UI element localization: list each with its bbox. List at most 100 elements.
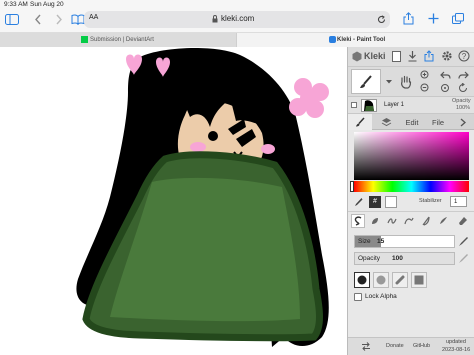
new-image-icon[interactable]	[392, 51, 401, 62]
chevron-down-icon	[386, 79, 392, 84]
hand-tool-button[interactable]	[396, 69, 416, 94]
svg-text:?: ?	[462, 52, 467, 61]
lock-icon	[212, 15, 218, 23]
circle-soft-icon	[376, 275, 386, 285]
settings-gear-icon[interactable]	[441, 50, 453, 62]
share-icon[interactable]	[403, 12, 414, 25]
brush-dropdown[interactable]	[382, 69, 396, 94]
save-icon[interactable]	[408, 50, 417, 62]
reload-icon[interactable]	[377, 15, 386, 24]
undo-icon	[439, 71, 451, 80]
layer-visibility-checkbox[interactable]	[351, 102, 357, 108]
brush-type-row	[348, 211, 474, 229]
size-slider[interactable]: Size 15	[354, 235, 455, 248]
address-field[interactable]: AA kleki.com	[84, 11, 390, 28]
tip-round-soft-button[interactable]	[373, 272, 389, 288]
stabilizer-select[interactable]: 1	[450, 196, 467, 207]
layer-opacity-label: Opacity	[452, 98, 471, 104]
tab-deviantart[interactable]: Submission | DeviantArt ×	[0, 33, 244, 47]
pen-brush-button[interactable]	[351, 214, 365, 228]
sketchy-brush-button[interactable]	[385, 214, 399, 228]
zoom-out-icon	[420, 83, 430, 93]
help-icon[interactable]: ?	[458, 50, 470, 62]
reader-mode-button[interactable]: AA	[89, 14, 98, 21]
tab-overview-icon[interactable]	[452, 13, 464, 24]
blend-brush-button[interactable]	[368, 214, 382, 228]
hue-handle[interactable]	[350, 181, 354, 192]
kleki-side-panel: Kleki ? Layer 1 Opacity 100% Edit File #…	[347, 47, 474, 355]
forward-arrow-icon[interactable]	[55, 14, 63, 25]
redo-button[interactable]	[456, 69, 470, 81]
hex-input-button[interactable]: #	[369, 196, 381, 208]
eraser-icon	[458, 216, 468, 226]
brush-tip-row	[354, 272, 469, 288]
opacity-label: Opacity	[358, 255, 381, 262]
layer-row[interactable]: Layer 1 Opacity 100%	[348, 97, 474, 114]
opacity-value: 100	[392, 255, 403, 262]
brush-icon	[355, 117, 365, 127]
rotate-icon	[458, 83, 468, 93]
panel-footer: Donate GitHub updated 2023-08-16	[348, 337, 474, 355]
saturation-value-picker[interactable]	[354, 132, 469, 180]
tab-file[interactable]: File	[426, 114, 450, 130]
new-tab-plus-icon[interactable]	[428, 13, 439, 24]
tip-round-hard-button[interactable]	[354, 272, 370, 288]
tab-brush[interactable]	[348, 114, 372, 130]
smudge-brush-icon	[438, 216, 448, 226]
tip-square-button[interactable]	[411, 272, 427, 288]
chalk-stroke-icon	[395, 275, 405, 285]
square-icon	[414, 275, 424, 285]
tab-layers[interactable]	[374, 114, 398, 130]
canvas-artwork	[76, 48, 329, 347]
lock-alpha-row[interactable]: Lock Alpha	[354, 292, 469, 303]
layer-thumbnail	[361, 99, 377, 112]
donate-link[interactable]: Donate	[386, 343, 404, 349]
back-arrow-icon[interactable]	[34, 14, 42, 25]
reset-zoom-button[interactable]	[438, 82, 452, 94]
sidebar-icon[interactable]	[5, 14, 19, 25]
rotate-button[interactable]	[456, 82, 470, 94]
updated-date: 2023-08-16	[442, 347, 471, 353]
kleki-logo: Kleki	[364, 51, 386, 61]
smudge-brush-button[interactable]	[436, 214, 450, 228]
eyedropper-icon[interactable]	[354, 197, 363, 207]
layer-opacity-value: 100%	[456, 105, 471, 111]
deviantart-favicon	[81, 36, 88, 43]
tab-strip: Submission | DeviantArt × Kleki - Paint …	[0, 33, 474, 47]
pen-pressure-opacity-icon[interactable]	[458, 253, 469, 264]
tab-edit[interactable]: Edit	[400, 114, 424, 130]
tip-chalk-button[interactable]	[392, 272, 408, 288]
lock-alpha-label: Lock Alpha	[365, 293, 397, 300]
pixel-brush-icon	[404, 216, 414, 226]
address-text: kleki.com	[221, 14, 255, 23]
updated-label: updated	[446, 339, 466, 345]
reset-zoom-icon	[440, 83, 450, 93]
brush-tool-button[interactable]	[351, 69, 381, 94]
redo-icon	[457, 71, 469, 80]
hue-slider[interactable]	[354, 181, 469, 192]
swap-side-icon[interactable]	[361, 342, 371, 351]
secondary-color-swatch[interactable]	[385, 196, 397, 208]
layers-icon	[381, 117, 392, 127]
zoom-out-button[interactable]	[418, 82, 432, 94]
github-link[interactable]: GitHub	[413, 343, 430, 349]
zoom-in-button[interactable]	[418, 69, 432, 81]
tool-row	[348, 67, 474, 97]
tab-kleki[interactable]: Kleki - Paint Tool	[237, 33, 474, 47]
bookmarks-icon[interactable]	[71, 14, 85, 25]
chevron-right-icon	[460, 118, 467, 127]
brush-icon	[359, 74, 373, 89]
kleki-favicon	[329, 36, 336, 43]
ipad-safari-screen: 9:33 AM Sun Aug 20 AA kleki.com Submissi…	[0, 0, 474, 355]
kleki-logo-icon	[352, 51, 362, 62]
opacity-slider[interactable]: Opacity 100	[354, 252, 455, 265]
chemy-brush-button[interactable]	[419, 214, 433, 228]
share-icon[interactable]	[424, 50, 434, 62]
pen-pressure-size-icon[interactable]	[458, 236, 469, 247]
eraser-button[interactable]	[456, 214, 470, 228]
lock-alpha-checkbox[interactable]	[354, 293, 362, 301]
drawing-canvas[interactable]	[0, 47, 347, 355]
undo-button[interactable]	[438, 69, 452, 81]
hide-panel-button[interactable]	[452, 114, 474, 130]
pixel-brush-button[interactable]	[402, 214, 416, 228]
